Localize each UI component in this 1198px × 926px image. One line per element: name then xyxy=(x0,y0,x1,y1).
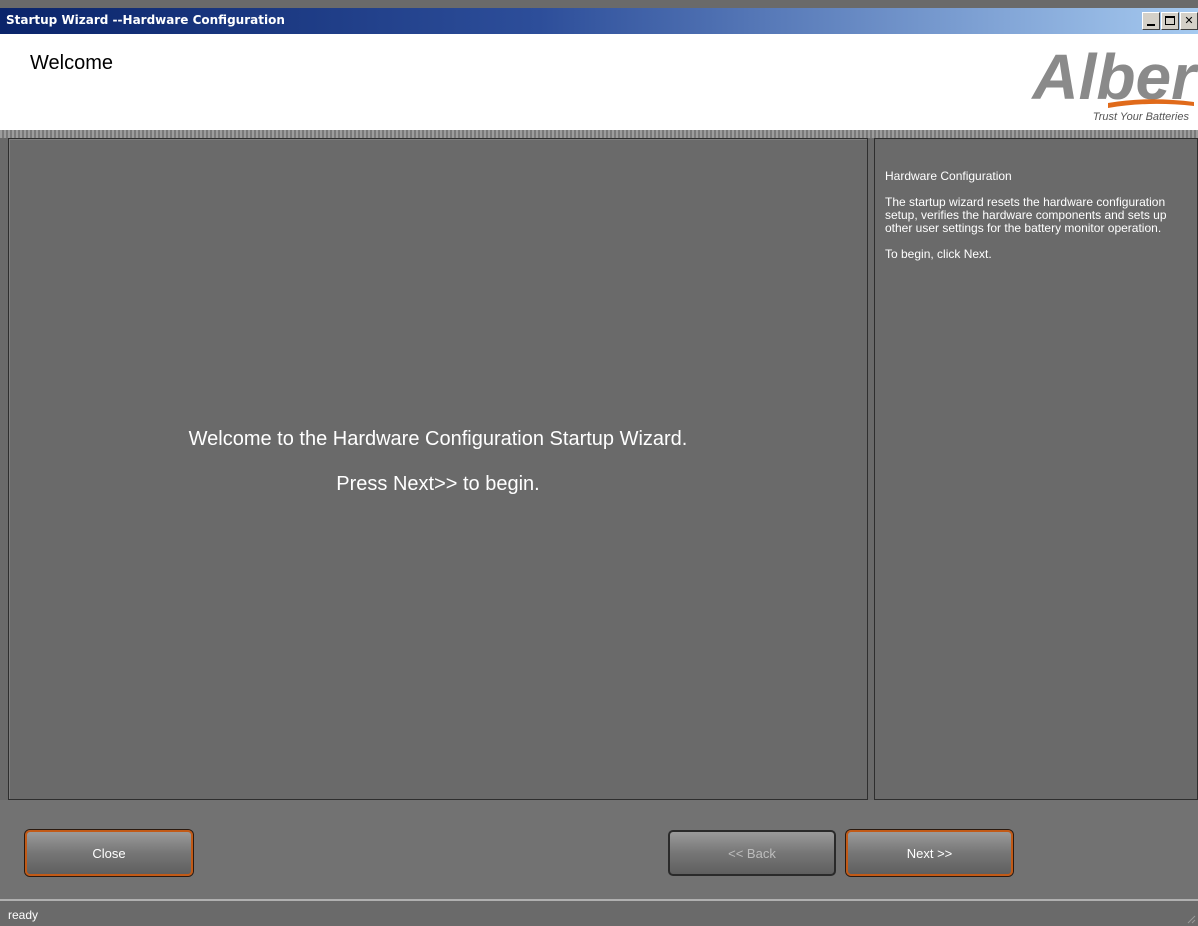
close-button[interactable]: Close xyxy=(25,830,193,876)
maximize-button[interactable] xyxy=(1161,12,1179,30)
close-window-button[interactable]: ✕ xyxy=(1180,12,1198,30)
back-button[interactable]: << Back xyxy=(668,830,836,876)
status-text: ready xyxy=(8,908,39,922)
status-bar: ready xyxy=(0,901,1198,926)
info-instruction: To begin, click Next. xyxy=(885,247,992,261)
close-icon: ✕ xyxy=(1184,14,1194,27)
alber-logo: Alber Trust Your Batteries xyxy=(1030,41,1198,123)
window-title: Startup Wizard --Hardware Configuration xyxy=(6,13,285,27)
info-text: Hardware Configuration The startup wizar… xyxy=(885,170,1193,274)
info-panel: Hardware Configuration The startup wizar… xyxy=(874,138,1198,800)
header-divider xyxy=(0,130,1198,138)
button-bar: Close << Back Next >> xyxy=(0,800,1198,900)
page-title: Welcome xyxy=(30,52,113,74)
resize-grip-icon[interactable] xyxy=(1184,912,1196,924)
welcome-instruction: Press Next>> to begin. xyxy=(336,473,540,495)
logo-tagline: Trust Your Batteries xyxy=(1093,111,1190,123)
welcome-message: Welcome to the Hardware Configuration St… xyxy=(188,428,688,450)
info-body: The startup wizard resets the hardware c… xyxy=(885,195,1167,235)
next-button[interactable]: Next >> xyxy=(846,830,1013,876)
title-bar[interactable]: Startup Wizard --Hardware Configuration … xyxy=(0,8,1198,34)
wizard-window: Startup Wizard --Hardware Configuration … xyxy=(0,0,1198,926)
window-controls: ✕ xyxy=(1142,12,1198,30)
minimize-button[interactable] xyxy=(1142,12,1160,30)
logo-mark: Alber Trust Your Batteries xyxy=(1030,41,1198,123)
info-heading: Hardware Configuration xyxy=(885,169,1012,183)
wizard-header: Welcome Alber Trust Your Batteries xyxy=(0,34,1198,130)
welcome-panel: Welcome to the Hardware Configuration St… xyxy=(8,138,868,800)
